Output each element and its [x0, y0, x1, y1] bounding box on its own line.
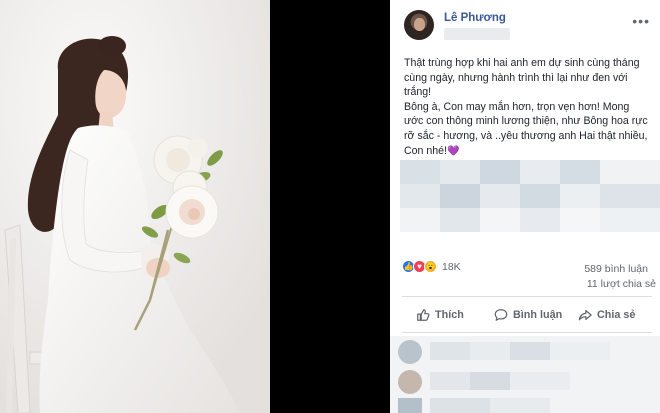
like-button[interactable]: Thích: [416, 302, 464, 328]
facebook-post: Lê Phương ••• Thật trùng hợp khi hai anh…: [390, 0, 660, 413]
author-avatar[interactable]: [404, 10, 434, 40]
wow-reaction-icon: 😮: [424, 260, 437, 273]
post-text-line: Thật trùng hợp khi hai anh em dự sinh cù…: [404, 57, 640, 99]
black-gap: [270, 0, 390, 413]
thumbs-up-icon: [417, 309, 430, 321]
reactions-bar[interactable]: 👍 ♥ 😮 18K 589 bình luận: [402, 258, 652, 276]
post-text-line: Bông à, Con may mắn hơn, trọn vẹn hơn! M…: [404, 100, 648, 157]
share-arrow-icon: [578, 310, 592, 321]
comment-button-label: Bình luận: [513, 309, 563, 321]
blurred-comments-area: [390, 336, 660, 413]
blurred-shared-content: [400, 160, 660, 232]
post-header: Lê Phương •••: [404, 10, 654, 50]
photo-illustration: [0, 0, 270, 413]
post-photo[interactable]: [0, 0, 270, 413]
divider: [402, 332, 652, 333]
share-count[interactable]: 11 lượt chia sẻ: [560, 278, 656, 290]
purple-heart-icon: 💜: [447, 145, 460, 157]
reaction-count: 18K: [442, 261, 461, 273]
avatar-face: [414, 18, 425, 31]
post-meta-blurred: [444, 28, 510, 40]
post-actions: Thích Bình luận Chia sẻ: [402, 302, 652, 328]
comment-icon: [494, 309, 508, 321]
comment-count[interactable]: 589 bình luận: [584, 263, 648, 275]
divider: [402, 296, 652, 297]
share-button-label: Chia sẻ: [597, 309, 636, 321]
more-dots-icon[interactable]: •••: [632, 13, 650, 29]
share-button[interactable]: Chia sẻ: [578, 302, 635, 328]
comment-button[interactable]: Bình luận: [494, 302, 562, 328]
author-name[interactable]: Lê Phương: [444, 12, 506, 24]
post-text: Thật trùng hợp khi hai anh em dự sinh cù…: [404, 56, 650, 159]
like-button-label: Thích: [435, 309, 464, 321]
